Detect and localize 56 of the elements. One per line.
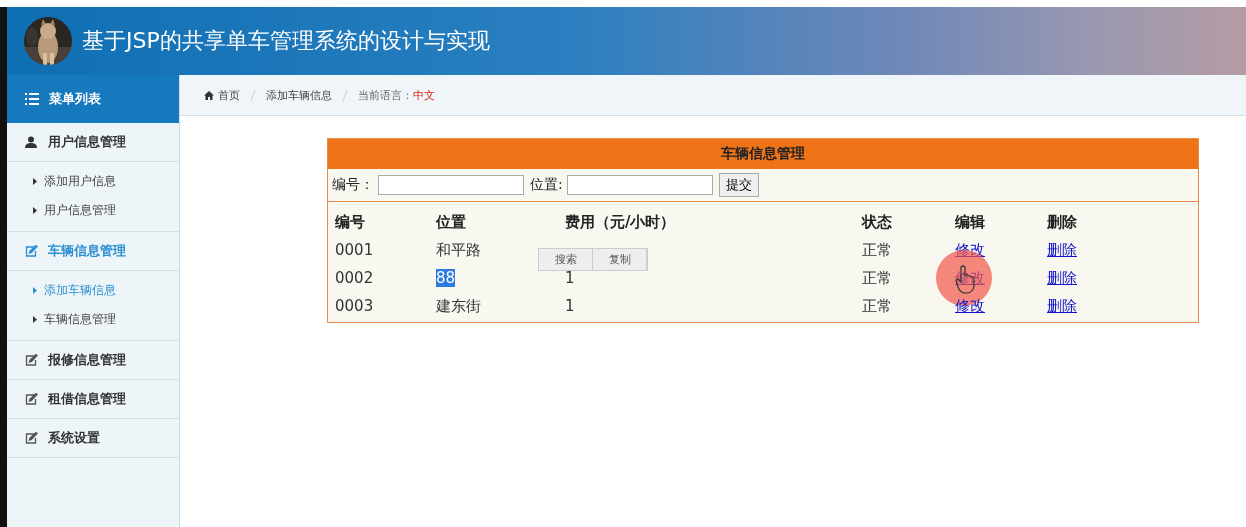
sidebar-group-item[interactable]: 租借信息管理 <box>7 380 179 419</box>
language-value: 中文 <box>413 87 435 103</box>
edit-icon <box>25 245 38 257</box>
table-cell-text: 正常 <box>862 267 893 289</box>
edit-icon <box>25 354 38 366</box>
column-header: 费用（元/小时） <box>565 211 677 233</box>
breadcrumb-link[interactable]: 添加车辆信息 <box>266 87 332 103</box>
column-header: 编辑 <box>955 211 986 233</box>
table-cell-text: 正常 <box>862 295 893 317</box>
table-cell-text: 0003 <box>335 296 375 317</box>
context-menu-item[interactable]: 复制 <box>593 249 647 270</box>
table-cell-text: 0001 <box>335 240 375 261</box>
field-label: 编号： <box>332 176 374 194</box>
column-header: 位置 <box>436 211 467 233</box>
sidebar-subitem[interactable]: 车辆信息管理 <box>7 305 179 334</box>
edit-icon <box>25 393 38 405</box>
sidebar-group-item[interactable]: 用户信息管理 <box>7 123 179 162</box>
triangle-icon <box>33 207 37 214</box>
delete-link[interactable]: 删除 <box>1047 296 1077 316</box>
table-cell-text: 正常 <box>862 239 893 261</box>
table-cell: 建东街 <box>436 296 481 316</box>
column-header: 删除 <box>1047 211 1078 233</box>
table-cell-text: 1 <box>565 268 576 289</box>
edit-link[interactable]: 修改 <box>955 296 985 316</box>
sidebar-group-item[interactable]: 报修信息管理 <box>7 341 179 380</box>
delete-link[interactable]: 删除 <box>1047 240 1077 260</box>
separator-icon <box>342 89 348 101</box>
column-header: 编号 <box>335 211 366 233</box>
triangle-icon <box>33 316 37 323</box>
app-title: 基于JSP的共享单车管理系统的设计与实现 <box>82 27 490 55</box>
edit-icon <box>25 432 38 444</box>
sidebar-subitem[interactable]: 添加用户信息 <box>7 167 179 196</box>
sidebar-group-item[interactable]: 系统设置 <box>7 419 179 458</box>
separator-icon <box>250 89 256 101</box>
submit-button[interactable]: 提交 <box>718 173 759 197</box>
table-cell: 和平路 <box>436 240 481 260</box>
triangle-icon <box>33 178 37 185</box>
sidebar-title: 菜单列表 <box>49 90 101 108</box>
menu-icon <box>25 93 39 105</box>
delete-link[interactable]: 删除 <box>1047 268 1077 288</box>
table-cell-text: 0002 <box>335 268 375 289</box>
table-cell: 88 <box>436 269 456 287</box>
context-menu-item[interactable]: 搜索 <box>539 249 593 270</box>
table-cell-text: 1 <box>565 296 576 317</box>
sidebar-subitem[interactable]: 用户信息管理 <box>7 196 179 225</box>
edit-link[interactable]: 修改 <box>955 240 985 260</box>
column-header: 状态 <box>862 211 893 233</box>
breadcrumb-link[interactable]: 首页 <box>218 87 240 103</box>
input-field[interactable] <box>378 175 524 195</box>
field-label: 位置: <box>530 176 563 194</box>
triangle-icon <box>33 287 37 294</box>
input-field[interactable] <box>566 175 713 195</box>
panel-title: 车辆信息管理 <box>328 139 1198 169</box>
home-icon <box>204 90 214 100</box>
user-icon <box>25 136 38 148</box>
language-label: 当前语言： <box>358 87 413 103</box>
